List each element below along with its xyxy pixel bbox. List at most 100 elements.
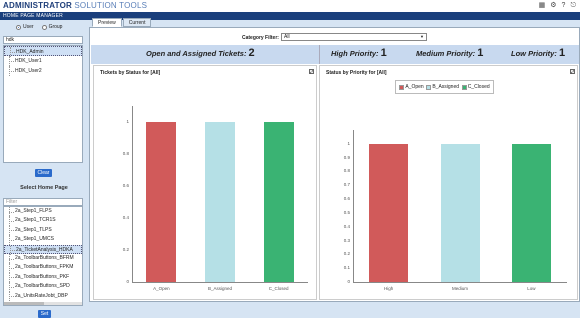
open-assigned-label: Open and Assigned Tickets: xyxy=(146,49,247,58)
y-tick-label: 0 xyxy=(347,279,350,284)
y-tick-label: 1 xyxy=(126,119,129,124)
home-page-list: 2a_Step1_FLPS 2a_Step1_TCR1S 2a_Step1_TLPS… xyxy=(3,206,83,306)
tab-preview[interactable]: Preview xyxy=(92,18,122,27)
x-tick-label: A_Open xyxy=(153,286,170,291)
user-list: HDK_Admin HDK_User1 HDK_User2 xyxy=(3,45,83,163)
chart-bar[interactable] xyxy=(369,143,409,282)
y-tick-label: 0.2 xyxy=(122,247,129,252)
tab-current[interactable]: Current xyxy=(122,18,152,27)
left-panel: User Group hdk HDK_Admin HDK_User1 HDK_Use… xyxy=(0,20,88,318)
select-home-page-title: Select Home Page xyxy=(20,185,68,191)
list-item[interactable]: 2a_ToolbarButtons_FPKM xyxy=(4,263,82,274)
x-tick-label: Low xyxy=(527,286,536,291)
x-tick-label: B_Assigned xyxy=(207,286,233,291)
chart-bar[interactable] xyxy=(440,143,480,282)
home-page-filter-input[interactable]: Filter xyxy=(3,198,83,206)
chart-bar[interactable] xyxy=(511,143,551,282)
chart-bar[interactable] xyxy=(146,122,177,282)
x-axis xyxy=(132,282,308,283)
y-tick-label: 0.4 xyxy=(122,215,129,220)
priority-chart-panel: Status by Priority for [All] ⤢ A_Open B_… xyxy=(319,65,578,300)
set-button[interactable]: Set xyxy=(38,310,51,318)
y-tick-label: 1 xyxy=(347,140,350,146)
y-axis xyxy=(132,106,133,282)
preview-panel: Category Filter: All ▼ Open and Assigned… xyxy=(89,27,580,302)
legend-label: A_Open xyxy=(405,84,424,90)
page-title: HOME PAGE MANAGER xyxy=(3,13,63,19)
x-tick-label: C_Closed xyxy=(268,286,289,291)
y-tick-label: 0.5 xyxy=(343,209,350,215)
radio-user[interactable]: User xyxy=(16,24,34,30)
category-filter-label: Category Filter: xyxy=(242,35,279,41)
y-tick-label: 0.2 xyxy=(343,251,350,257)
list-item[interactable]: 2a_Step1_TLPS xyxy=(4,225,82,236)
legend-label: C_Closed xyxy=(467,84,490,90)
low-priority-label: Low Priority: xyxy=(511,49,557,58)
gear-icon[interactable]: ⚙ xyxy=(550,2,556,10)
header-icons: ▦ ⚙ ? ⎋ xyxy=(539,2,576,10)
chart-bar[interactable] xyxy=(263,122,294,282)
app-brand: ADMINISTRATOR SOLUTION TOOLS xyxy=(3,1,147,10)
radio-group-dot[interactable] xyxy=(41,24,47,30)
list-item[interactable]: 2a_TicketAnalysis_HDKA xyxy=(4,244,82,256)
list-item[interactable]: 2a_ToolbarButtons_PKF xyxy=(4,272,82,283)
legend-item-a-open: A_Open xyxy=(399,84,424,90)
legend-swatch xyxy=(399,84,405,90)
status-chart-title: Tickets by Status for [All] xyxy=(100,70,161,76)
chart-bar[interactable] xyxy=(205,122,235,282)
medium-priority-summary: Medium Priority: 1 xyxy=(416,47,483,59)
y-tick-label: 0.4 xyxy=(343,223,350,229)
expand-icon[interactable]: ⤢ xyxy=(570,69,575,74)
user-group-toggle: User Group xyxy=(16,24,62,30)
category-filter-select[interactable]: All ▼ xyxy=(281,33,427,41)
status-chart-panel: Tickets by Status for [All] ⤢ 0 0.2 0.4 0.6… xyxy=(93,65,317,300)
medium-priority-label: Medium Priority: xyxy=(416,49,476,58)
summary-divider xyxy=(319,45,320,64)
x-tick-label: Medium xyxy=(451,286,468,291)
list-item[interactable]: HDK_User2 xyxy=(4,66,82,76)
radio-user-label: User xyxy=(23,24,34,30)
list-item[interactable]: 2a_Step1_FLPS xyxy=(4,207,82,217)
chevron-down-icon[interactable]: ▼ xyxy=(420,34,424,40)
clear-button[interactable]: Clear xyxy=(35,169,52,177)
user-search-input[interactable]: hdk xyxy=(3,36,83,44)
list-item[interactable]: 2a_ToolbarButtons_BFRM xyxy=(4,253,82,264)
brand-light: SOLUTION TOOLS xyxy=(71,1,148,10)
chart-legend: A_Open B_Assigned C_Closed xyxy=(395,80,494,94)
x-axis xyxy=(353,282,567,283)
radio-user-dot[interactable] xyxy=(16,24,21,30)
high-priority-count: 1 xyxy=(380,47,387,59)
list-item[interactable]: 2a_UnitsRateJobt_DBP xyxy=(4,291,82,302)
open-assigned-summary: Open and Assigned Tickets: 2 xyxy=(146,47,255,59)
high-priority-label: High Priority: xyxy=(331,49,379,58)
brand-bold: ADMINISTRATOR xyxy=(3,1,72,10)
y-tick-label: 0.8 xyxy=(343,168,350,174)
list-item[interactable]: 2a_Step1_UMCS xyxy=(4,235,82,245)
radio-group[interactable]: Group xyxy=(41,24,62,30)
summary-bar: Open and Assigned Tickets: 2 High Priori… xyxy=(91,45,579,64)
page-title-bar: HOME PAGE MANAGER xyxy=(0,12,580,20)
category-filter-value: All xyxy=(284,34,290,40)
y-tick-label: 0.6 xyxy=(122,183,129,188)
y-tick-label: 0.9 xyxy=(343,154,350,160)
scrollbar-thumb[interactable] xyxy=(4,302,44,305)
y-tick-label: 0 xyxy=(126,279,129,284)
top-bar: ADMINISTRATOR SOLUTION TOOLS ▦ ⚙ ? ⎋ xyxy=(0,0,580,12)
logout-icon[interactable]: ⎋ xyxy=(570,2,576,10)
list-item[interactable]: 2a_Step1_TCR1S xyxy=(4,216,82,227)
medium-priority-count: 1 xyxy=(477,47,484,59)
home-list-scrollbar[interactable] xyxy=(4,302,82,305)
legend-item-b-assigned: B_Assigned xyxy=(426,84,459,90)
legend-swatch xyxy=(461,84,467,90)
legend-swatch xyxy=(426,84,432,90)
list-item[interactable]: HDK_User1 xyxy=(4,56,82,66)
grid-icon[interactable]: ▦ xyxy=(539,2,546,10)
list-item[interactable]: HDK_Admin xyxy=(4,46,82,57)
list-item[interactable]: 2a_ToolbarButtons_SPD xyxy=(4,282,82,292)
low-priority-count: 1 xyxy=(558,47,566,59)
y-tick-label: 0.1 xyxy=(343,265,350,271)
help-icon[interactable]: ? xyxy=(562,2,566,10)
y-tick-label: 0.6 xyxy=(343,196,350,202)
expand-icon[interactable]: ⤢ xyxy=(309,69,314,74)
priority-chart-title: Status by Priority for [All] xyxy=(326,70,387,76)
